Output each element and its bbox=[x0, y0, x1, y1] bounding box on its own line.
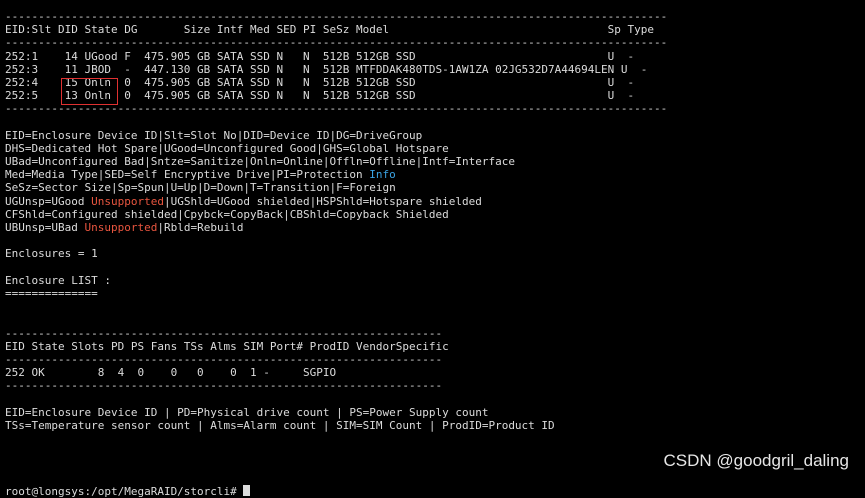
enc-row-252: 252 OK 8 4 0 0 0 0 1 - SGPIO bbox=[5, 366, 337, 380]
prompt-text: root@longsys:/opt/MegaRAID/storcli# bbox=[5, 484, 244, 498]
enc-legend-1: EID=Enclosure Device ID | PD=Physical dr… bbox=[5, 405, 489, 419]
legend-text: UGUnsp=UGood bbox=[5, 194, 92, 208]
unsupported-word: Unsupported bbox=[84, 221, 158, 234]
legend-line-2: DHS=Dedicated Hot Spare|UGood=Unconfigur… bbox=[5, 141, 449, 155]
enc-rule-top: ----------------------------------------… bbox=[5, 326, 443, 340]
legend-text: Med=Media Type|SED=Self Encryptive Drive… bbox=[5, 168, 370, 182]
enc-rule-mid: ----------------------------------------… bbox=[5, 352, 443, 366]
legend-text: |UGShld=UGood shielded|HSPShld=Hotspare … bbox=[163, 194, 482, 208]
shell-prompt[interactable]: root@longsys:/opt/MegaRAID/storcli# bbox=[5, 484, 865, 498]
enclosure-count: Enclosures = 1 bbox=[5, 247, 98, 261]
info-word: Info bbox=[369, 168, 396, 182]
legend-line-5: SeSz=Sector Size|Sp=Spun|U=Up|D=Down|T=T… bbox=[5, 181, 396, 195]
legend-line-3: UBad=Unconfigured Bad|Sntze=Sanitize|Onl… bbox=[5, 155, 515, 169]
enc-rule-bottom: ----------------------------------------… bbox=[5, 379, 443, 393]
enclosure-list-title: Enclosure LIST : bbox=[5, 273, 111, 287]
legend-line-1: EID=Enclosure Device ID|Slt=Slot No|DID=… bbox=[5, 128, 423, 142]
pd-row-252-5: 252:5 13 Onln 0 475.905 GB SATA SSD N N … bbox=[5, 89, 635, 103]
terminal-window[interactable]: ----------------------------------------… bbox=[0, 0, 865, 498]
legend-line-7: CFShld=Configured shielded|Cpybck=CopyBa… bbox=[5, 207, 449, 221]
legend-text: UBUnsp=UBad bbox=[5, 221, 85, 234]
legend-line-4: Med=Media Type|SED=Self Encryptive Drive… bbox=[5, 168, 865, 181]
unsupported-word: Unsupported bbox=[91, 194, 164, 208]
pd-table-header: EID:Slt DID State DG Size Intf Med SED P… bbox=[5, 23, 655, 37]
legend-text: |Rbld=Rebuild bbox=[157, 221, 244, 234]
legend-line-8: UBUnsp=UBad Unsupported|Rbld=Rebuild bbox=[5, 221, 865, 234]
header-rule-bottom: ----------------------------------------… bbox=[5, 102, 668, 116]
pd-row-252-3: 252:3 11 JBOD - 447.130 GB SATA SSD N N … bbox=[5, 62, 648, 76]
header-rule-mid: ----------------------------------------… bbox=[5, 36, 668, 50]
pd-row-252-1: 252:1 14 UGood F 475.905 GB SATA SSD N N… bbox=[5, 49, 635, 63]
pd-row-252-4: 252:4 15 Onln 0 475.905 GB SATA SSD N N … bbox=[5, 75, 635, 89]
cursor-block bbox=[243, 484, 251, 496]
legend-line-6: UGUnsp=UGood Unsupported|UGShld=UGood sh… bbox=[5, 195, 865, 208]
enclosure-list-underline: ============== bbox=[5, 286, 98, 300]
enc-table-header: EID State Slots PD PS Fans TSs Alms SIM … bbox=[5, 339, 449, 353]
watermark-text: CSDN @goodgril_daling bbox=[663, 450, 849, 470]
header-rule-top: ----------------------------------------… bbox=[5, 10, 668, 23]
enc-legend-2: TSs=Temperature sensor count | Alms=Alar… bbox=[5, 418, 555, 432]
